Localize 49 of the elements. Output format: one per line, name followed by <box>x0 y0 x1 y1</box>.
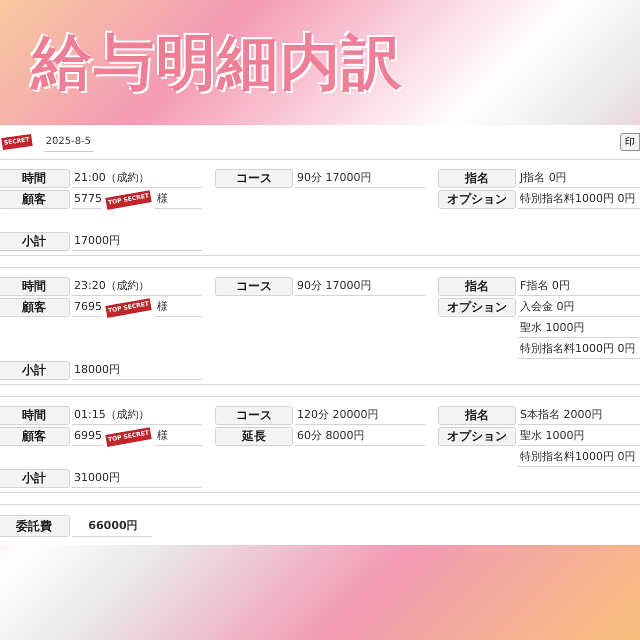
field-label: コース <box>215 277 293 296</box>
field-value: F指名 0円 <box>518 277 640 296</box>
field-value: 60分 8000円 <box>295 427 425 446</box>
field-value: 入会金 0円 <box>518 298 640 317</box>
field-value: 聖水 1000円 <box>518 427 640 446</box>
field-label: 指名 <box>438 169 516 188</box>
field-value: 6995 <box>72 427 102 446</box>
field-label: 時間 <box>0 277 70 296</box>
field-value: S本指名 2000円 <box>518 406 640 425</box>
print-button[interactable]: 印 <box>620 133 640 151</box>
field-label: 小計 <box>0 232 70 251</box>
field-value: 特別指名料1000円 0円 <box>518 190 640 209</box>
field-label: オプション <box>438 427 516 446</box>
field-value: 31000円 <box>72 469 202 488</box>
field-value: 17000円 <box>72 232 202 251</box>
field-value: 90分 17000円 <box>295 277 425 296</box>
field-value: 7695 <box>72 298 102 317</box>
field-label: 時間 <box>0 169 70 188</box>
field-value: 聖水 1000円 <box>518 319 640 338</box>
field-label: 小計 <box>0 361 70 380</box>
date-field: 2025-8-5 <box>44 132 94 152</box>
field-label: 指名 <box>438 277 516 296</box>
field-value: 23:20（成約） <box>72 277 202 296</box>
field-label: オプション <box>438 190 516 209</box>
field-label: 小計 <box>0 469 70 488</box>
field-value: 01:15（成約） <box>72 406 202 425</box>
field-value: 様 <box>154 190 202 209</box>
field-label: 延長 <box>215 427 293 446</box>
field-label: 委託費 <box>0 515 70 537</box>
field-value: 特別指名料1000円 0円 <box>518 448 640 467</box>
field-label: 顧客 <box>0 190 70 209</box>
field-label: コース <box>215 406 293 425</box>
field-value: 90分 17000円 <box>295 169 425 188</box>
field-value: 様 <box>154 427 202 446</box>
field-label: コース <box>215 169 293 188</box>
field-value: 66000円 <box>72 515 152 537</box>
field-value: 120分 20000円 <box>295 406 425 425</box>
field-label: 時間 <box>0 406 70 425</box>
field-value: J指名 0円 <box>518 169 640 188</box>
field-label: 指名 <box>438 406 516 425</box>
page-title: 給与明細内訳 <box>32 32 404 92</box>
field-value: 18000円 <box>72 361 202 380</box>
field-value: 5775 <box>72 190 102 209</box>
field-value: 特別指名料1000円 0円 <box>518 340 640 359</box>
field-label: 顧客 <box>0 298 70 317</box>
field-value: 21:00（成約） <box>72 169 202 188</box>
field-label: オプション <box>438 298 516 317</box>
field-label: 顧客 <box>0 427 70 446</box>
field-value: 様 <box>154 298 202 317</box>
